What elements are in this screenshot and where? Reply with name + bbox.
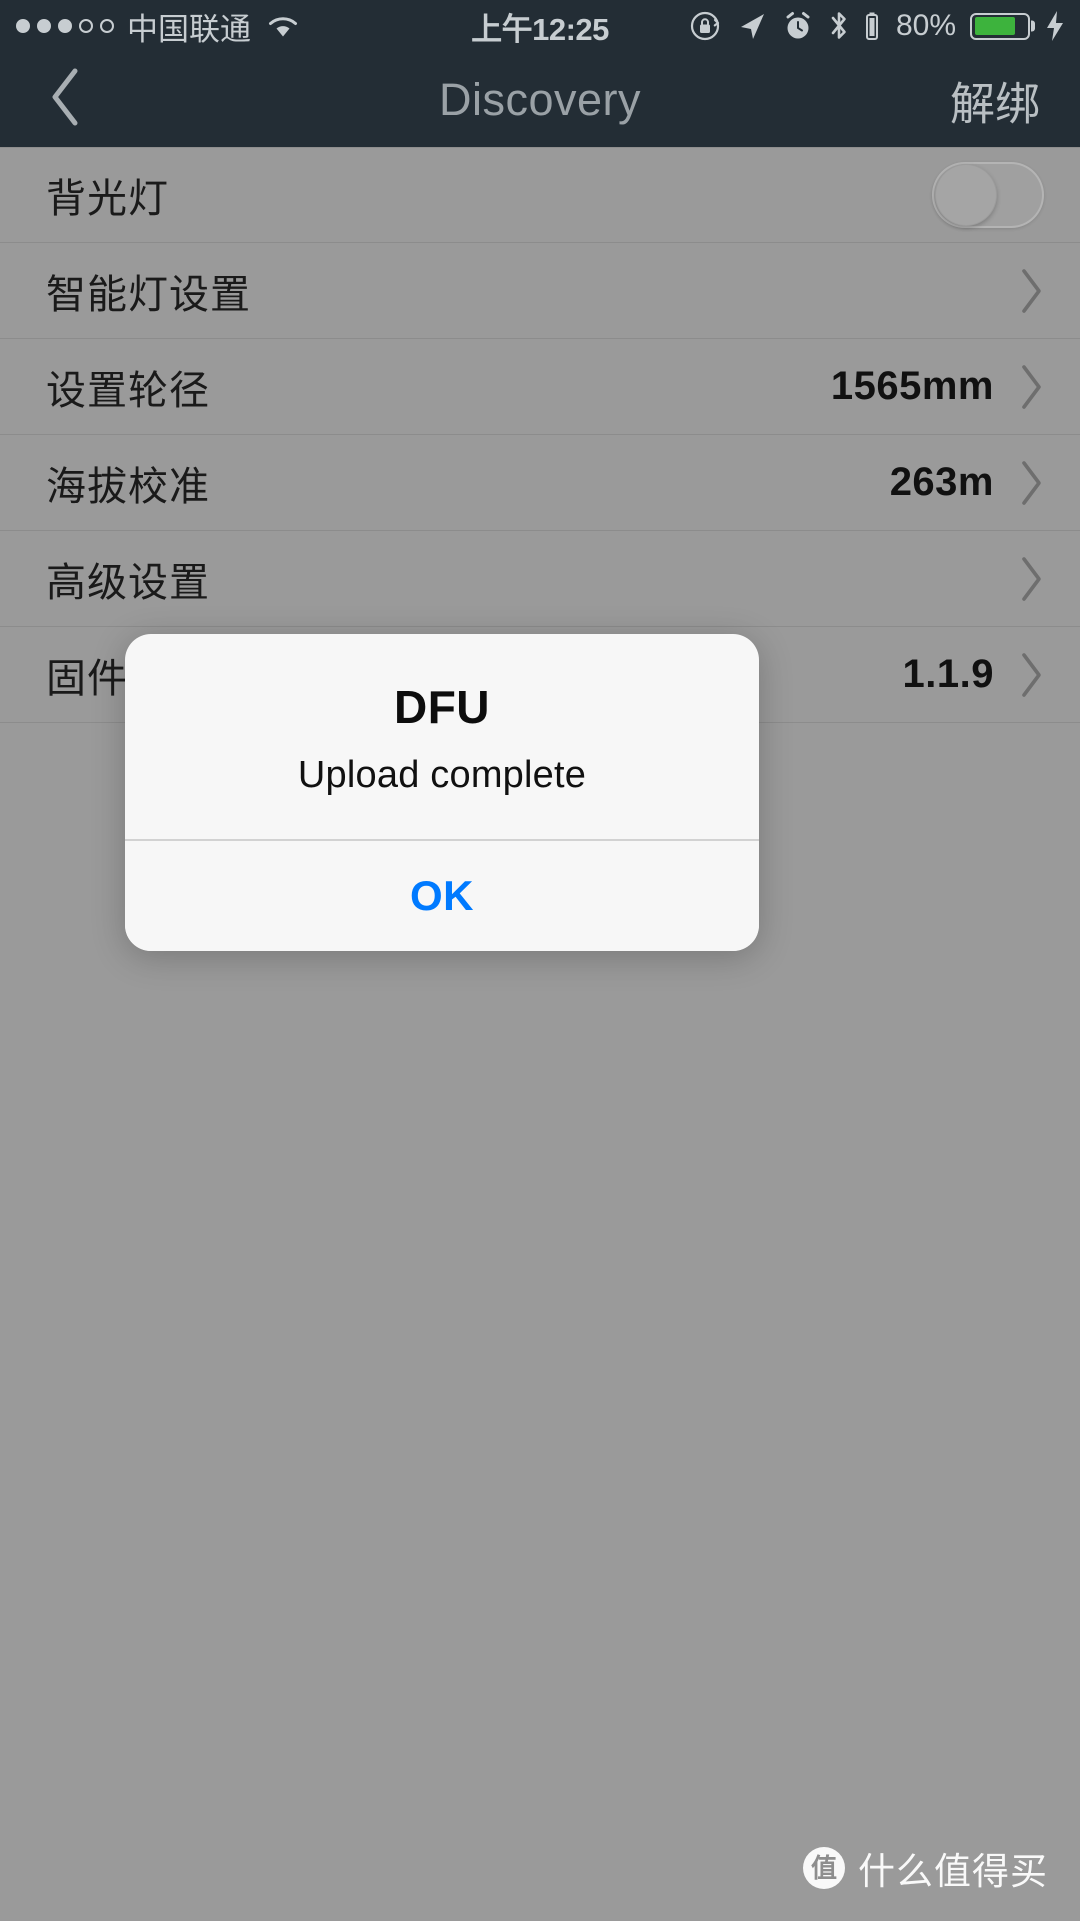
status-bar-right: 80% (688, 0, 1066, 52)
list-item-label: 高级设置 (46, 560, 210, 605)
list-item-value: 263m (889, 460, 994, 504)
battery-percent-label: 80% (895, 9, 956, 42)
chevron-right-icon (1018, 363, 1044, 411)
location-arrow-icon (736, 10, 768, 42)
watermark-text: 什么值得买 (858, 1851, 1048, 1892)
battery-icon (970, 12, 1030, 40)
chevron-right-icon (1018, 651, 1044, 699)
list-item-accessory (932, 162, 1044, 228)
list-item-accessory: 1.1.9 (903, 651, 1044, 699)
list-item-label: 背光灯 (46, 177, 169, 221)
alert-title: DFU (393, 681, 491, 733)
dfu-alert-dialog: DFU Upload complete OK (125, 634, 759, 951)
list-item-advanced-settings[interactable]: 高级设置 (0, 531, 1080, 627)
alert-message: Upload complete (297, 754, 587, 796)
list-item-wheel-diameter[interactable]: 设置轮径 1565mm (0, 339, 1080, 435)
list-item-accessory: 263m (890, 459, 1044, 507)
chevron-right-icon (1018, 267, 1044, 315)
alert-body: DFU Upload complete (125, 634, 759, 839)
list-item-accessory: 1565mm (831, 363, 1044, 411)
phone-screen: 中国联通 上午12:25 80% Discovery 解绑 背光灯 智能灯设置 … (0, 0, 1080, 1921)
list-item-altitude-calibration[interactable]: 海拔校准 263m (0, 435, 1080, 531)
alert-ok-button[interactable]: OK (125, 840, 759, 951)
battery-fill (974, 17, 1016, 35)
list-item-accessory (1018, 555, 1044, 603)
list-item-label: 智能灯设置 (46, 272, 251, 317)
chevron-right-icon (1018, 555, 1044, 603)
list-item-backlight[interactable]: 背光灯 (0, 147, 1080, 243)
status-bar: 中国联通 上午12:25 80% (0, 0, 1080, 52)
backlight-toggle-switch[interactable] (932, 162, 1044, 228)
alarm-clock-icon (782, 10, 814, 42)
list-item-accessory (1018, 267, 1044, 315)
chevron-right-icon (1018, 459, 1044, 507)
list-item-value: 1.1.9 (902, 652, 994, 696)
list-item-value: 1565mm (830, 364, 994, 408)
rotation-lock-icon (688, 9, 722, 43)
toggle-knob (935, 164, 997, 226)
list-item-smart-light-settings[interactable]: 智能灯设置 (0, 243, 1080, 339)
list-item-label: 海拔校准 (46, 464, 210, 509)
bluetooth-icon (828, 9, 850, 43)
watermark: 值 什么值得买 (803, 1841, 1048, 1895)
lightning-bolt-icon (1044, 9, 1066, 43)
navigation-bar: Discovery 解绑 (0, 52, 1080, 147)
page-title: Discovery (438, 73, 642, 125)
list-item-label: 设置轮径 (46, 368, 210, 413)
unbind-button[interactable]: 解绑 (950, 67, 1040, 132)
smzdm-logo-icon: 值 (803, 1847, 845, 1889)
device-battery-icon (864, 10, 880, 42)
